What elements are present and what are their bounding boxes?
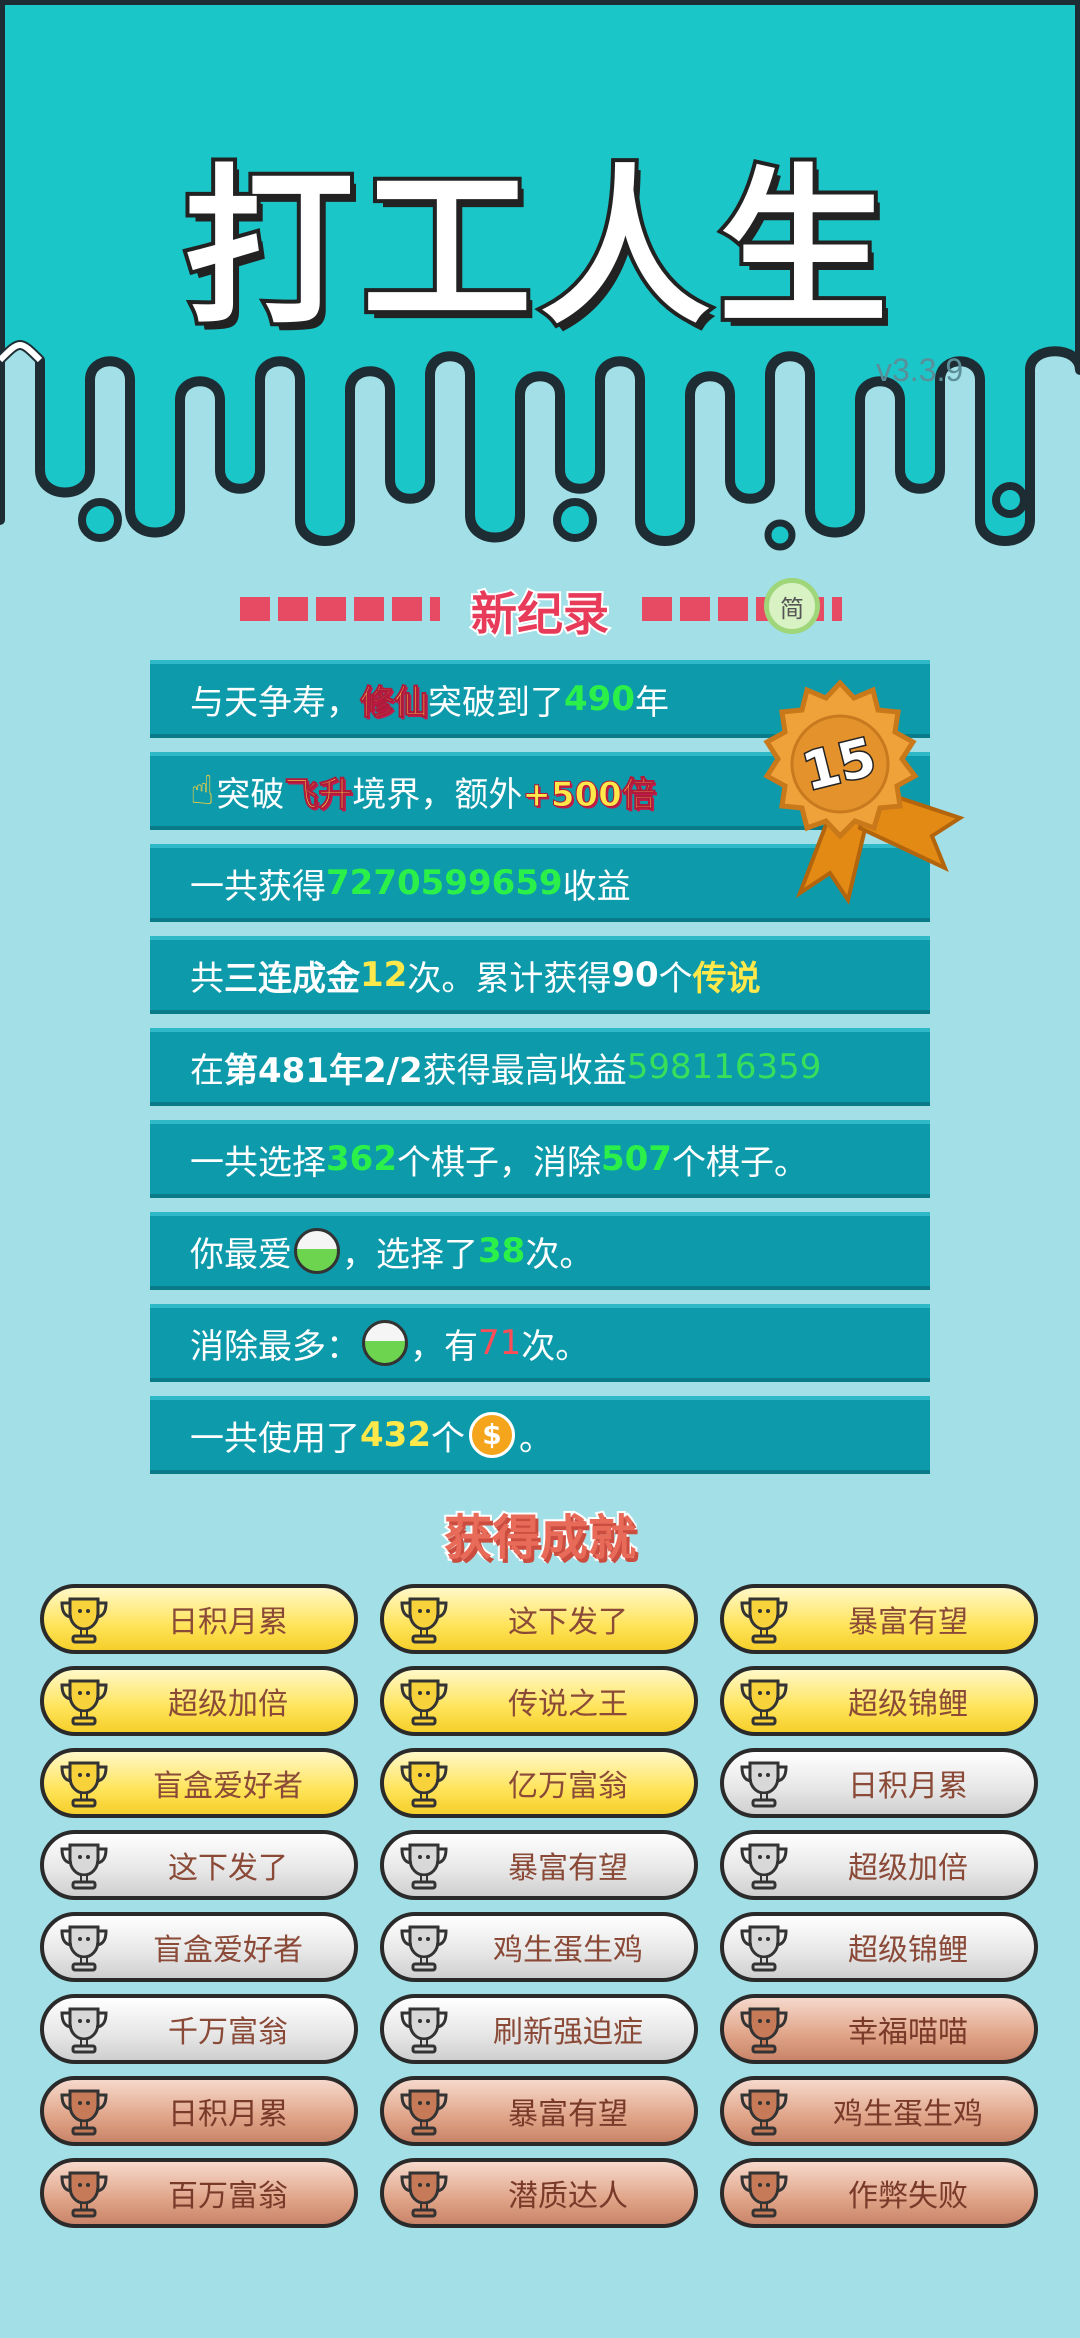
trophy-icon: [60, 1761, 108, 1808]
achievement-badge[interactable]: 传说之王: [380, 1666, 698, 1736]
achievement-label: 这下发了: [508, 1605, 628, 1640]
achievement-badge[interactable]: 暴富有望: [380, 1830, 698, 1900]
achievement-badge[interactable]: 超级锦鲤: [720, 1912, 1038, 1982]
achievements-title: 获得成就: [442, 1508, 638, 1568]
achievement-badge[interactable]: 暴富有望: [380, 2076, 698, 2146]
achievement-badge[interactable]: 超级锦鲤: [720, 1666, 1038, 1736]
trophy-icon: [60, 1843, 108, 1890]
achievement-label: 作弊失败: [848, 2179, 968, 2214]
achievement-badge[interactable]: 亿万富翁: [380, 1748, 698, 1818]
trophy-icon: [400, 2089, 448, 2136]
achievement-badge[interactable]: 鸡生蛋生鸡: [720, 2076, 1038, 2146]
trophy-icon: [400, 2171, 448, 2218]
achievement-label: 日积月累: [168, 2097, 288, 2132]
trophy-icon: [60, 2089, 108, 2136]
achievement-badge[interactable]: 日积月累: [40, 1584, 358, 1654]
achievement-badge[interactable]: 这下发了: [40, 1830, 358, 1900]
achievement-badge[interactable]: 百万富翁: [40, 2158, 358, 2228]
achievement-badge[interactable]: 盲盒爱好者: [40, 1912, 358, 1982]
trophy-icon: [400, 1843, 448, 1890]
achievement-label: 日积月累: [848, 1769, 968, 1804]
language-toggle-button[interactable]: 简: [764, 578, 820, 634]
achievement-label: 盲盒爱好者: [153, 1933, 303, 1968]
trophy-icon: [740, 1679, 788, 1726]
achievement-label: 幸福喵喵: [848, 2015, 968, 2050]
trophy-icon: [740, 1843, 788, 1890]
trophy-icon: [740, 2007, 788, 2054]
achievement-label: 暴富有望: [508, 2097, 628, 2132]
trophy-icon: [60, 1679, 108, 1726]
achievement-badge[interactable]: 暴富有望: [720, 1584, 1038, 1654]
achievement-badge[interactable]: 超级加倍: [720, 1830, 1038, 1900]
achievement-label: 千万富翁: [168, 2015, 288, 2050]
rank-medal-icon: 15: [763, 679, 965, 905]
trophy-icon: [60, 2171, 108, 2218]
achievement-label: 传说之王: [508, 1687, 628, 1722]
achievement-badge[interactable]: 超级加倍: [40, 1666, 358, 1736]
trophy-icon: [740, 2171, 788, 2218]
stat-row-favorite: 你最爱 ，选择了 38 次。: [150, 1212, 930, 1290]
achievement-label: 鸡生蛋生鸡: [833, 2097, 983, 2132]
achievement-badge[interactable]: 这下发了: [380, 1584, 698, 1654]
achievement-badge[interactable]: 日积月累: [40, 2076, 358, 2146]
trophy-icon: [740, 2089, 788, 2136]
trophy-icon: [400, 1597, 448, 1644]
achievement-label: 盲盒爱好者: [153, 1769, 303, 1804]
stat-row-coins: 一共使用了 432 个 $ 。: [150, 1396, 930, 1474]
stat-row-triple: 共 三连成金 12 次。累计获得 90 个 传说: [150, 936, 930, 1014]
achievement-label: 超级加倍: [168, 1687, 288, 1722]
trophy-icon: [400, 1925, 448, 1972]
achievement-label: 潜质达人: [508, 2179, 628, 2214]
achievement-label: 超级锦鲤: [848, 1933, 968, 1968]
achievement-label: 这下发了: [168, 1851, 288, 1886]
achievement-badge[interactable]: 日积月累: [720, 1748, 1038, 1818]
achievement-badge[interactable]: 潜质达人: [380, 2158, 698, 2228]
trophy-icon: [60, 1597, 108, 1644]
achievement-label: 日积月累: [168, 1605, 288, 1640]
trophy-icon: [740, 1597, 788, 1644]
achievement-badge[interactable]: 盲盒爱好者: [40, 1748, 358, 1818]
version-label: v3.3.9: [876, 352, 964, 388]
achievement-badge[interactable]: 千万富翁: [40, 1994, 358, 2064]
achievement-badge[interactable]: 刷新强迫症: [380, 1994, 698, 2064]
achievement-label: 鸡生蛋生鸡: [493, 1933, 643, 1968]
favorite-piece-icon: [294, 1228, 340, 1274]
coin-icon: $: [468, 1412, 515, 1458]
removed-piece-icon: [362, 1320, 408, 1366]
achievement-label: 刷新强迫症: [493, 2015, 643, 2050]
pointing-hand-icon: ☝: [190, 768, 215, 814]
stat-row-pieces: 一共选择 362 个棋子，消除 507 个棋子。: [150, 1120, 930, 1198]
trophy-icon: [740, 1925, 788, 1972]
achievement-label: 亿万富翁: [508, 1769, 628, 1804]
app-title: 打工人生: [180, 146, 896, 352]
trophy-icon: [60, 2007, 108, 2054]
header-banner: 打工人生 v3.3.9: [0, 0, 1080, 560]
achievement-label: 超级锦鲤: [848, 1687, 968, 1722]
trophy-icon: [740, 1761, 788, 1808]
achievement-badge[interactable]: 作弊失败: [720, 2158, 1038, 2228]
trophy-icon: [400, 2007, 448, 2054]
achievement-badge[interactable]: 鸡生蛋生鸡: [380, 1912, 698, 1982]
stat-row-max-income: 在 第481年2/2 获得最高收益 598116359: [150, 1028, 930, 1106]
achievement-label: 暴富有望: [848, 1605, 968, 1640]
achievement-label: 超级加倍: [848, 1851, 968, 1886]
trophy-icon: [400, 1679, 448, 1726]
trophy-icon: [60, 1925, 108, 1972]
trophy-icon: [400, 1761, 448, 1808]
achievement-badge[interactable]: 幸福喵喵: [720, 1994, 1038, 2064]
record-title: 新纪录: [469, 585, 611, 643]
stat-row-most-removed: 消除最多： ，有 71 次。: [150, 1304, 930, 1382]
achievement-label: 暴富有望: [508, 1851, 628, 1886]
achievement-label: 百万富翁: [168, 2179, 288, 2214]
